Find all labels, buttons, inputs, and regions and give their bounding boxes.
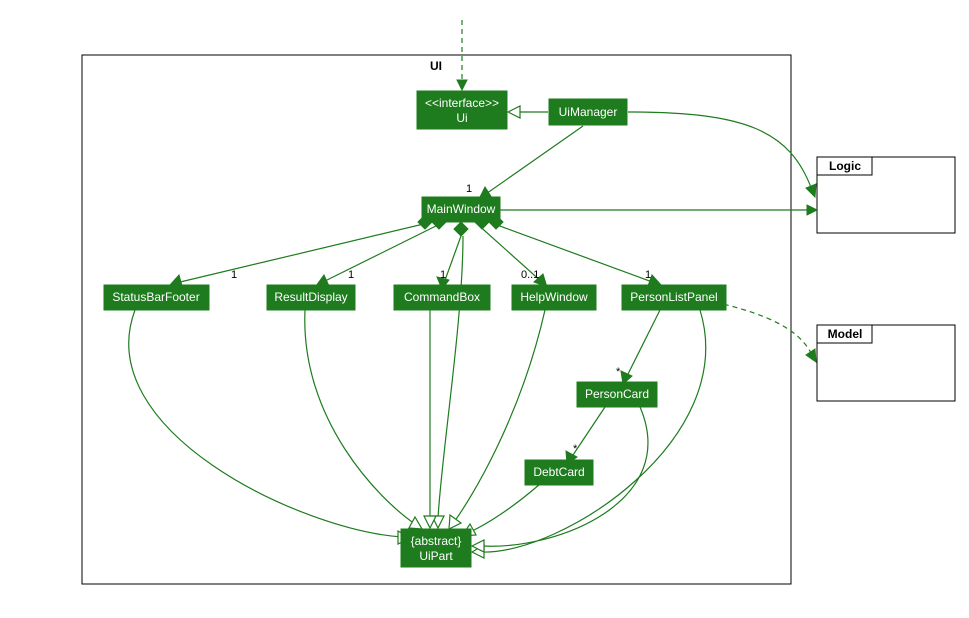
arrow-uimanager-logic (806, 184, 816, 197)
edge-hw-uipart (454, 310, 545, 522)
edge-mw-commandbox (444, 236, 461, 283)
status-bar-node: StatusBarFooter (104, 285, 209, 310)
mult-commandbox: 1 (440, 269, 446, 281)
edge-mw-personlist (489, 222, 655, 283)
person-list-name: PersonListPanel (630, 290, 717, 304)
mult-debtcard: * (573, 443, 578, 455)
person-list-node: PersonListPanel (622, 285, 726, 310)
help-window-node: HelpWindow (512, 285, 596, 310)
tri-rd-uipart (409, 517, 422, 529)
person-card-name: PersonCard (585, 387, 649, 401)
ui-part-stereotype: {abstract} (411, 534, 462, 548)
person-card-node: PersonCard (577, 382, 657, 407)
mult-personcard: * (616, 366, 621, 378)
edge-uimanager-mainwindow (483, 126, 583, 196)
ui-part-name: UiPart (419, 549, 453, 563)
mult-resultdisplay: 1 (348, 269, 354, 281)
arrow-personlist-model (806, 349, 816, 362)
ui-manager-node: UiManager (549, 99, 627, 125)
edge-rd-uipart (305, 310, 415, 524)
ui-package-label: UI (430, 59, 442, 73)
edge-mw-statusbar (176, 222, 432, 283)
status-bar-name: StatusBarFooter (112, 290, 199, 304)
edge-personlist-model (715, 302, 812, 355)
arrow-external-to-ui (457, 80, 467, 90)
ui-part-node: {abstract} UiPart (401, 529, 471, 567)
ui-interface-stereotype: <<interface>> (425, 96, 499, 110)
main-window-name: MainWindow (427, 202, 496, 216)
debt-card-name: DebtCard (533, 465, 584, 479)
mult-personlist: 1 (645, 269, 651, 281)
ui-interface-node: <<interface>> Ui (417, 91, 507, 129)
uml-class-diagram: UI Logic Model 1 Model dashed --> 1 1 (0, 0, 969, 618)
main-window-node: MainWindow (422, 197, 500, 222)
edge-sb-uipart (129, 310, 402, 537)
arrow-mainwindow-logic (807, 205, 817, 215)
ui-interface-name: Ui (456, 111, 467, 125)
mult-statusbar: 1 (231, 269, 237, 281)
mult-mainwindow: 1 (466, 183, 472, 195)
logic-package-label: Logic (829, 159, 861, 173)
result-display-node: ResultDisplay (267, 285, 355, 310)
model-package: Model (817, 325, 955, 401)
ui-manager-name: UiManager (559, 105, 618, 119)
debt-card-node: DebtCard (525, 460, 593, 485)
edge-dc-uipart (470, 484, 540, 532)
edge-uimanager-logic (628, 112, 812, 190)
mult-helpwindow: 0..1 (521, 269, 539, 281)
ui-package-frame (82, 55, 791, 584)
edge-mw-resultdisplay (321, 222, 444, 283)
arrow-mw-statusbar (170, 275, 182, 286)
result-display-name: ResultDisplay (274, 290, 347, 304)
diamond-cb (454, 222, 468, 236)
command-box-node: CommandBox (394, 285, 490, 310)
triangle-uimanager-realizes-ui (508, 106, 520, 118)
logic-package: Logic (817, 157, 955, 233)
tri-cb-uipart (424, 516, 436, 528)
edge-plp-uipart (482, 310, 706, 552)
edge-plp-personcard (626, 310, 660, 378)
help-window-name: HelpWindow (520, 290, 588, 304)
model-package-label: Model (828, 327, 863, 341)
tri-hw-uipart (449, 515, 461, 529)
command-box-name: CommandBox (404, 290, 480, 304)
